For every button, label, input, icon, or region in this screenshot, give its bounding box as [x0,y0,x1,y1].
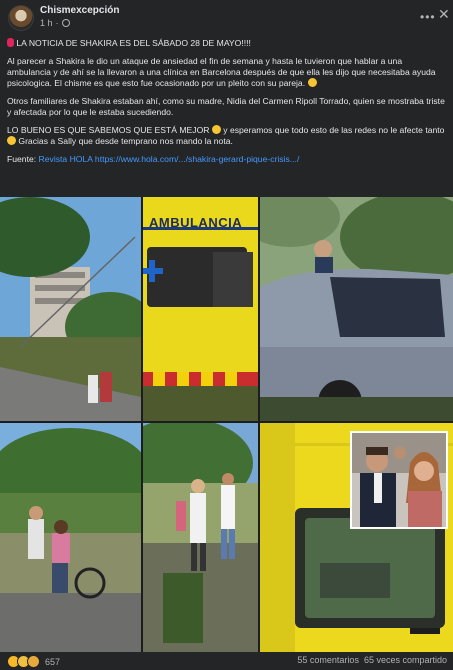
reactions[interactable]: 657 [7,655,60,668]
hug-emoji-icon [211,125,221,134]
comments-count[interactable]: 55 comentarios [297,655,359,665]
meta-separator: · [55,18,59,28]
post-header: Chismexcepción 1 h · ••• ✕ [0,0,453,34]
photo-walking[interactable] [143,423,258,652]
photo-people-svg [0,423,141,652]
page-name[interactable]: Chismexcepción [40,5,119,16]
facebook-post: Chismexcepción 1 h · ••• ✕ LA NOTICIA DE… [0,0,453,670]
photo-car[interactable] [260,197,453,421]
photo-ambulance-door[interactable] [260,423,453,652]
post-meta: 1 h · [40,18,70,28]
post-headline: LA NOTICIA DE SHAKIRA ES DEL SÁBADO 28 D… [7,38,447,49]
photo-people-street[interactable] [0,423,141,652]
photo-walking-svg [143,423,258,652]
photo-car-svg [260,197,453,421]
more-options-icon[interactable]: ••• [420,10,436,24]
sad-emoji-icon [7,136,16,145]
inset-couple-photo [350,431,448,529]
siren-emoji-icon [7,38,14,47]
paragraph-3-text-c: Gracias a Sally que desde temprano nos m… [18,136,233,146]
sad-reaction-icon [27,655,40,668]
paragraph-3-text-a: LO BUENO ES QUE SABEMOS QUE ESTÁ MEJOR [7,125,210,135]
ambulance-label: AMBULANCIA [149,215,243,230]
headline-text: LA NOTICIA DE SHAKIRA ES DEL SÁBADO 28 D… [16,38,251,48]
engagement-stats: 55 comentarios 65 veces compartido [297,655,447,665]
paragraph-3: LO BUENO ES QUE SABEMOS QUE ESTÁ MEJOR y… [7,125,447,147]
source-label: Fuente: [7,154,37,164]
reaction-count[interactable]: 657 [45,657,60,667]
post-footer: 657 55 comentarios 65 veces compartido [0,652,453,670]
source-line: Fuente: Revista HOLA https://www.hola.co… [7,154,447,165]
source-link-hola[interactable]: Revista HOLA [39,154,93,164]
post-text: LA NOTICIA DE SHAKIRA ES DEL SÁBADO 28 D… [7,38,447,172]
photo-street-scene[interactable] [0,197,141,421]
close-icon[interactable]: ✕ [438,6,450,23]
paragraph-2: Otros familiares de Shakira estaban ahí,… [7,96,445,117]
globe-icon [61,19,70,27]
source-link-url[interactable]: https://www.hola.com/.../shakira-gerard-… [95,154,299,164]
page-avatar[interactable] [8,5,34,31]
photo-collage[interactable]: AMBULANCIA [0,197,453,652]
post-time[interactable]: 1 h [40,18,53,28]
paragraph-3-text-b: y esperamos que todo esto de las redes n… [223,125,445,135]
paragraph-1-text: Al parecer a Shakira le dio un ataque de… [7,56,436,88]
photo-ambulance-svg [143,197,258,421]
shares-count[interactable]: 65 veces compartido [364,655,447,665]
inset-couple-svg [352,433,446,527]
worried-emoji-icon [307,78,317,87]
paragraph-1: Al parecer a Shakira le dio un ataque de… [7,56,447,89]
photo-ambulance[interactable]: AMBULANCIA [143,197,258,421]
photo-street-svg [0,197,141,421]
